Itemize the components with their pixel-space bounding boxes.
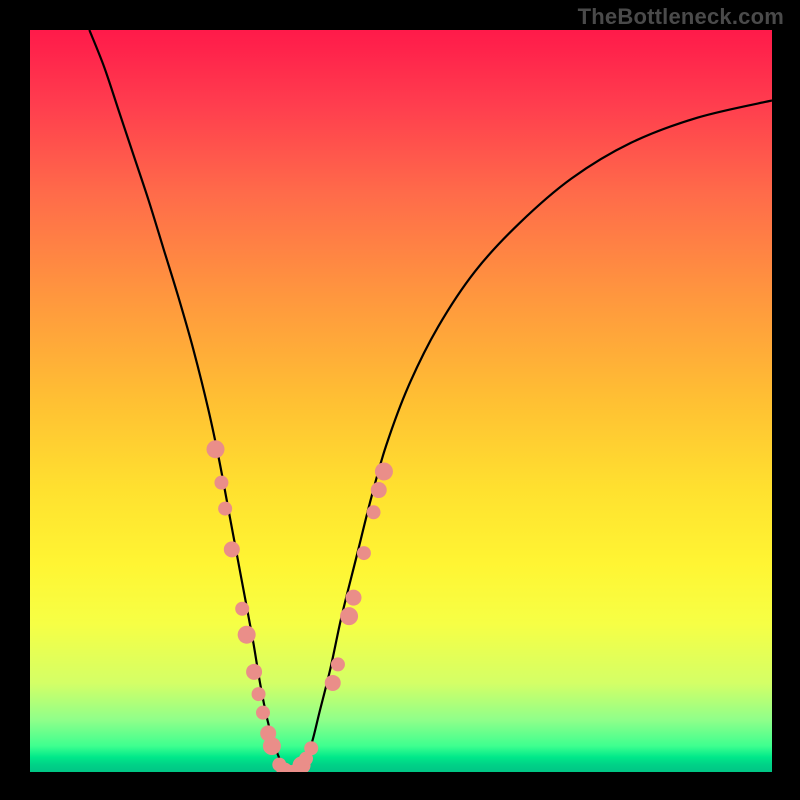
data-point bbox=[367, 505, 381, 519]
data-point bbox=[371, 482, 387, 498]
chart-svg bbox=[30, 30, 772, 772]
plot-area bbox=[30, 30, 772, 772]
data-point bbox=[246, 664, 262, 680]
data-point bbox=[256, 706, 270, 720]
data-point bbox=[224, 541, 240, 557]
data-point bbox=[218, 502, 232, 516]
data-point bbox=[235, 602, 249, 616]
chart-frame: TheBottleneck.com bbox=[0, 0, 800, 800]
data-point bbox=[252, 687, 266, 701]
data-point bbox=[325, 675, 341, 691]
data-point bbox=[346, 590, 362, 606]
data-point bbox=[357, 546, 371, 560]
data-points bbox=[207, 440, 393, 772]
bottleneck-curve bbox=[89, 30, 772, 772]
watermark-label: TheBottleneck.com bbox=[578, 4, 784, 30]
data-point bbox=[207, 440, 225, 458]
data-point bbox=[375, 462, 393, 480]
data-point bbox=[304, 741, 318, 755]
data-point bbox=[238, 626, 256, 644]
data-point bbox=[331, 657, 345, 671]
data-point bbox=[263, 737, 281, 755]
data-point bbox=[340, 607, 358, 625]
data-point bbox=[214, 476, 228, 490]
